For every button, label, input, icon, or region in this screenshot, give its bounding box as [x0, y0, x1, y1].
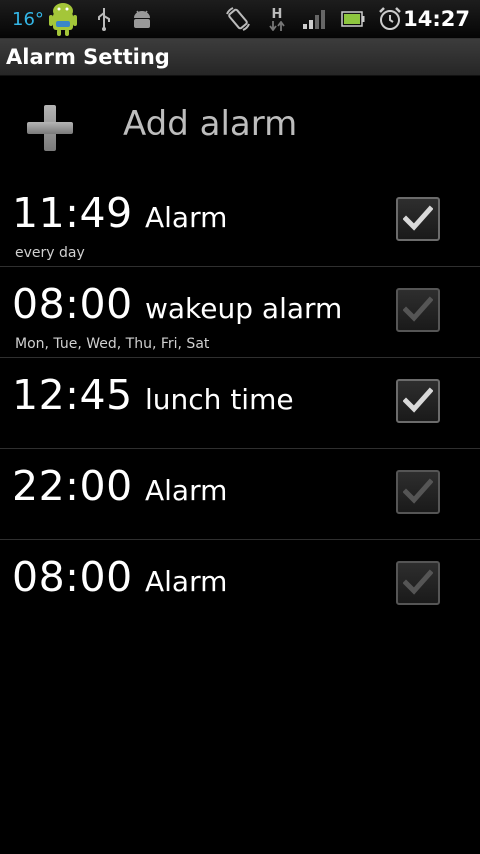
battery-icon — [340, 0, 366, 38]
alarm-time: 11:49 — [12, 189, 133, 237]
title-bar: Alarm Setting — [0, 39, 480, 76]
temperature-text: 16° — [12, 8, 44, 30]
alarm-item[interactable]: 11:49 Alarm every day — [0, 176, 480, 267]
alarm-enabled-checkbox[interactable] — [396, 561, 440, 605]
alarm-enabled-checkbox[interactable] — [396, 197, 440, 241]
alarm-label: Alarm — [145, 565, 228, 598]
signal-strength-icon — [300, 0, 328, 38]
android-debug-icon — [130, 0, 154, 38]
alarm-item[interactable]: 08:00 Alarm — [0, 540, 480, 630]
alarm-item[interactable]: 08:00 wakeup alarm Mon, Tue, Wed, Thu, F… — [0, 267, 480, 358]
alarm-item[interactable]: 12:45 lunch time — [0, 358, 480, 449]
alarm-label: Alarm — [145, 474, 228, 507]
add-alarm-button[interactable]: Add alarm — [0, 76, 480, 175]
alarm-label: Alarm — [145, 201, 228, 234]
alarm-time: 12:45 — [12, 371, 133, 419]
alarm-item[interactable]: 22:00 Alarm — [0, 449, 480, 540]
status-bar: 16° H 14:27 — [0, 0, 480, 39]
usb-icon — [94, 0, 114, 38]
alarm-clock-icon — [376, 0, 404, 38]
checkmark-icon — [403, 205, 433, 231]
network-type-icon: H — [264, 0, 290, 38]
alarm-repeat-days: every day — [15, 245, 85, 261]
checkmark-icon — [403, 478, 433, 504]
alarm-enabled-checkbox[interactable] — [396, 379, 440, 423]
alarm-enabled-checkbox[interactable] — [396, 470, 440, 514]
checkmark-icon — [403, 387, 433, 413]
checkmark-icon — [403, 569, 433, 595]
plus-icon — [27, 105, 73, 151]
android-mascot-icon — [45, 0, 81, 38]
alarm-time: 08:00 — [12, 280, 133, 328]
network-type-label: H — [271, 6, 283, 22]
alarm-label: lunch time — [145, 383, 294, 416]
alarm-enabled-checkbox[interactable] — [396, 288, 440, 332]
alarm-time: 08:00 — [12, 553, 133, 601]
status-clock: 14:27 — [403, 7, 470, 31]
alarm-label: wakeup alarm — [145, 292, 343, 325]
checkmark-icon — [403, 296, 433, 322]
alarm-repeat-days: Mon, Tue, Wed, Thu, Fri, Sat — [15, 336, 210, 352]
alarm-time: 22:00 — [12, 462, 133, 510]
add-alarm-label: Add alarm — [123, 104, 298, 144]
auto-rotate-icon — [224, 0, 252, 38]
page-title: Alarm Setting — [6, 45, 170, 69]
